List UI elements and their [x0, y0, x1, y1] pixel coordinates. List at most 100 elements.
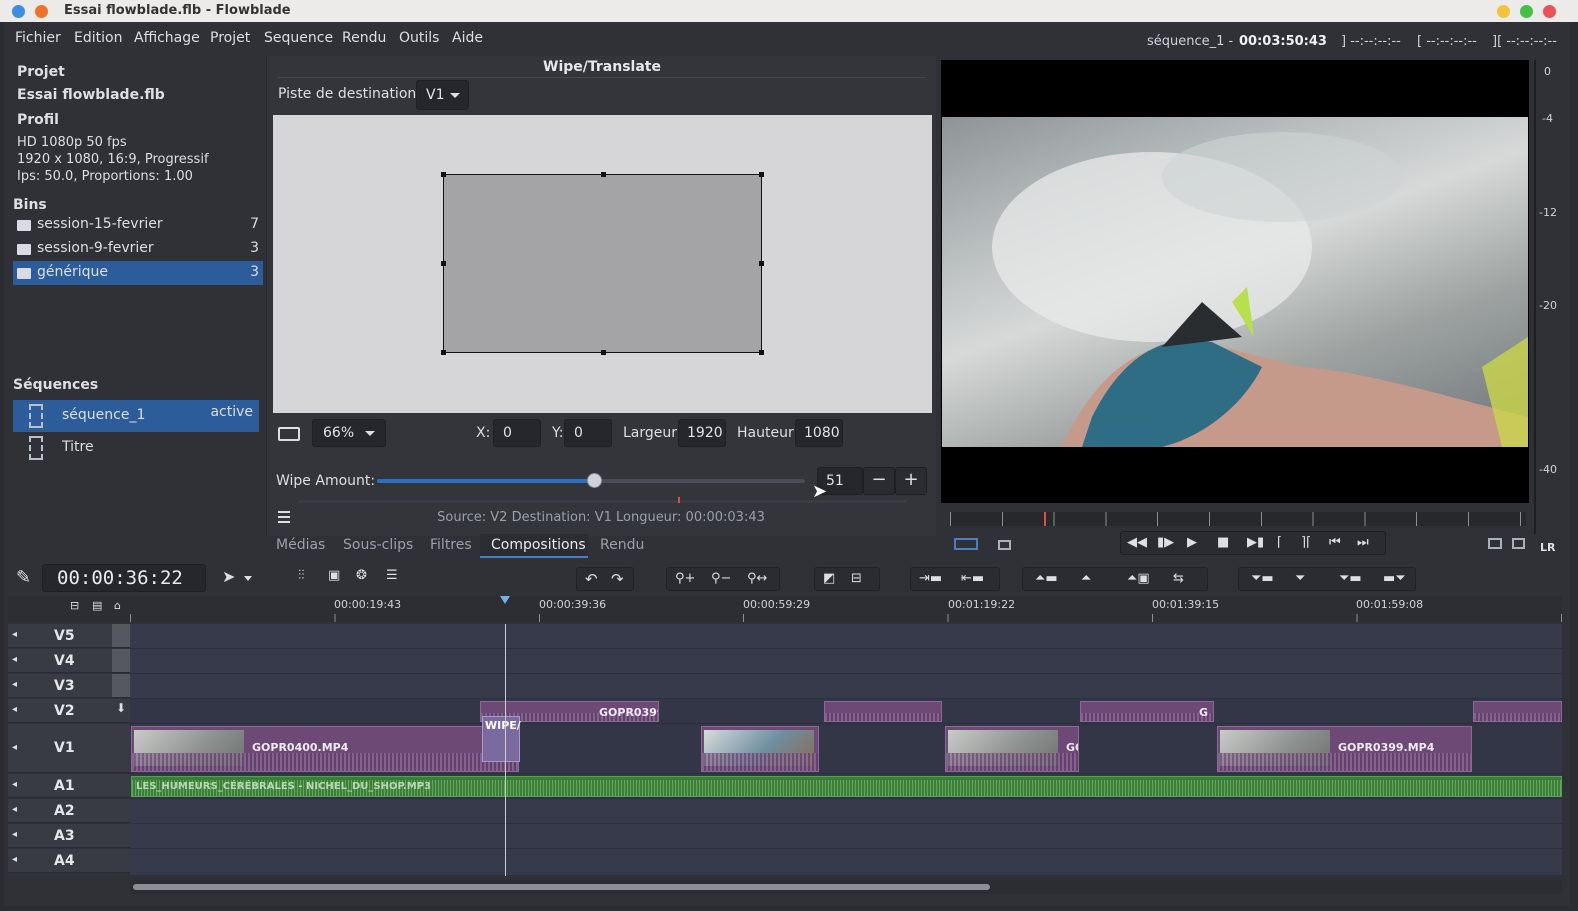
zoom-select[interactable]: 66%: [312, 419, 386, 447]
menu-edition[interactable]: Edition: [74, 30, 122, 46]
zoom-in-icon[interactable]: ⚲+: [675, 571, 695, 586]
split-audio-icon[interactable]: ⏶: [1081, 571, 1091, 586]
timeline-tracks[interactable]: GOPR0399 G GOPR0400.MP4 GO GOPR0399.MP4 …: [130, 624, 1562, 876]
menu-rendu[interactable]: Rendu: [342, 30, 386, 46]
resize-handle[interactable]: [759, 350, 764, 355]
track-header-v4[interactable]: V4: [8, 649, 112, 673]
track-header-v2[interactable]: V2: [8, 699, 112, 723]
menu-affichage[interactable]: Affichage: [134, 30, 200, 46]
sequence-item-active[interactable]: séquence_1 active: [13, 400, 259, 432]
bin-item-selected[interactable]: générique 3: [13, 261, 263, 285]
lock-icon[interactable]: ⌂: [114, 599, 121, 612]
speaker-icon[interactable]: ◂: [12, 629, 17, 640]
redo-icon[interactable]: ↷: [611, 570, 624, 588]
screen-icon[interactable]: [1512, 538, 1525, 549]
track-row-v4[interactable]: [130, 649, 1562, 674]
mixer-icon[interactable]: ⫶⫶: [298, 568, 305, 583]
speaker-icon[interactable]: ◂: [12, 829, 17, 840]
menu-fichier[interactable]: Fichier: [15, 30, 61, 46]
timeline-ruler[interactable]: 00:00:19:43 00:00:39:36 00:00:59:29 00:0…: [130, 596, 1562, 622]
resize-handle[interactable]: [441, 172, 446, 177]
y-input[interactable]: 0: [564, 419, 612, 447]
speaker-icon[interactable]: ◂: [12, 742, 17, 753]
effects-icon[interactable]: ❂: [356, 568, 367, 583]
track-row-a2[interactable]: [130, 799, 1562, 824]
rewind-icon[interactable]: ◀◀: [1127, 535, 1147, 550]
resize-handle[interactable]: [441, 350, 446, 355]
resync-icon[interactable]: ⏶▬: [1035, 571, 1058, 586]
chevron-down-icon[interactable]: [244, 576, 252, 581]
speaker-icon[interactable]: ◂: [12, 854, 17, 865]
decrement-button[interactable]: −: [863, 467, 895, 495]
expand-tracks-icon[interactable]: ⊟: [70, 599, 79, 612]
height-input[interactable]: 1080: [795, 419, 843, 447]
collapse-tracks-icon[interactable]: ▤: [92, 599, 102, 612]
append-icon[interactable]: ⏷▬: [1339, 571, 1362, 586]
window-menu-icon[interactable]: [12, 5, 25, 18]
to-mark-in-icon[interactable]: ⏮: [1329, 535, 1341, 550]
menu-sequence[interactable]: Sequence: [264, 30, 333, 46]
timeline-scrollbar-thumb[interactable]: [133, 884, 990, 890]
increment-button[interactable]: +: [895, 467, 927, 495]
track-row-a3[interactable]: [130, 824, 1562, 849]
window-app-icon[interactable]: [35, 5, 48, 18]
menu-aide[interactable]: Aide: [452, 30, 483, 46]
bin-item[interactable]: session-9-fevrier 3: [13, 237, 263, 261]
resize-handle[interactable]: [759, 261, 764, 266]
maximize-button[interactable]: [1520, 5, 1533, 18]
speaker-icon[interactable]: ◂: [12, 804, 17, 815]
list-icon[interactable]: ☰: [386, 568, 398, 583]
pencil-icon[interactable]: ✎: [16, 567, 31, 588]
bin-item[interactable]: session-15-fevrier 7: [13, 213, 263, 237]
titler-icon[interactable]: ▣: [328, 568, 340, 583]
timecode-display[interactable]: 00:00:36:22: [42, 564, 206, 592]
timeline-clip[interactable]: [701, 726, 819, 772]
sync-all-icon[interactable]: ⇆: [1173, 571, 1184, 586]
step-forward-icon[interactable]: ▮▶: [1157, 535, 1174, 550]
wipe-slider-knob[interactable]: [587, 473, 602, 488]
wipe-rectangle[interactable]: [441, 172, 764, 355]
width-input[interactable]: 1920: [678, 419, 726, 447]
tab-filtres[interactable]: Filtres: [430, 537, 472, 553]
dest-track-select[interactable]: V1: [416, 80, 469, 110]
stop-icon[interactable]: ■: [1217, 535, 1229, 550]
zoom-fit-icon[interactable]: ⚲↔: [747, 571, 767, 586]
speaker-icon[interactable]: ◂: [12, 779, 17, 790]
monitor-position-bar[interactable]: [950, 512, 1526, 526]
track-row-v5[interactable]: [130, 624, 1562, 649]
timeline-clip[interactable]: GO: [945, 726, 1079, 772]
video-viewer[interactable]: [941, 60, 1529, 503]
pointer-tool-icon[interactable]: ➤: [222, 567, 235, 586]
audio-clip[interactable]: LES_HUMEURS_CÉRÉBRALES - NICHEL_DU_SHOP.…: [131, 776, 1562, 797]
track-header-a2[interactable]: A2: [8, 799, 112, 823]
composition-preview[interactable]: [273, 115, 932, 413]
wipe-compositor[interactable]: WIPE/: [482, 716, 521, 762]
resize-handle[interactable]: [441, 261, 446, 266]
tab-rendu[interactable]: Rendu: [600, 537, 644, 553]
timeline-clip[interactable]: [824, 701, 942, 722]
view-mode-icon[interactable]: [278, 427, 300, 441]
keyframe-track[interactable]: [298, 497, 906, 503]
play-icon[interactable]: ▶: [1187, 535, 1197, 550]
wipe-slider-track[interactable]: [377, 473, 805, 488]
speaker-icon[interactable]: ◂: [12, 654, 17, 665]
track-header-v5[interactable]: V5: [8, 624, 112, 648]
delete-range-icon[interactable]: ⇤▬: [961, 571, 984, 586]
tab-medias[interactable]: Médias: [276, 537, 325, 553]
clear-marks-icon[interactable]: ⌉⌈: [1301, 535, 1311, 550]
undo-icon[interactable]: ↶: [585, 570, 598, 588]
timeline-view-icon[interactable]: [954, 538, 978, 550]
playhead-marker-icon[interactable]: [500, 596, 510, 604]
clip-view-icon[interactable]: [998, 540, 1011, 550]
insert-icon[interactable]: ⏷▬: [1251, 571, 1274, 586]
minimize-button[interactable]: [1497, 5, 1510, 18]
sync-compositors-icon[interactable]: ⏶▣: [1127, 571, 1150, 586]
step-next-icon[interactable]: ▶▮: [1247, 535, 1264, 550]
overwrite-range-icon[interactable]: ▬⏷: [1383, 571, 1406, 586]
zoom-out-icon[interactable]: ⚲−: [711, 571, 731, 586]
tab-sous-clips[interactable]: Sous-clips: [343, 537, 413, 553]
timeline-clip[interactable]: GOPR0400.MP4: [131, 726, 519, 772]
cut-icon[interactable]: ◩: [823, 571, 835, 586]
timeline-playhead[interactable]: [505, 624, 506, 876]
splice-icon[interactable]: ⊟: [851, 571, 862, 586]
